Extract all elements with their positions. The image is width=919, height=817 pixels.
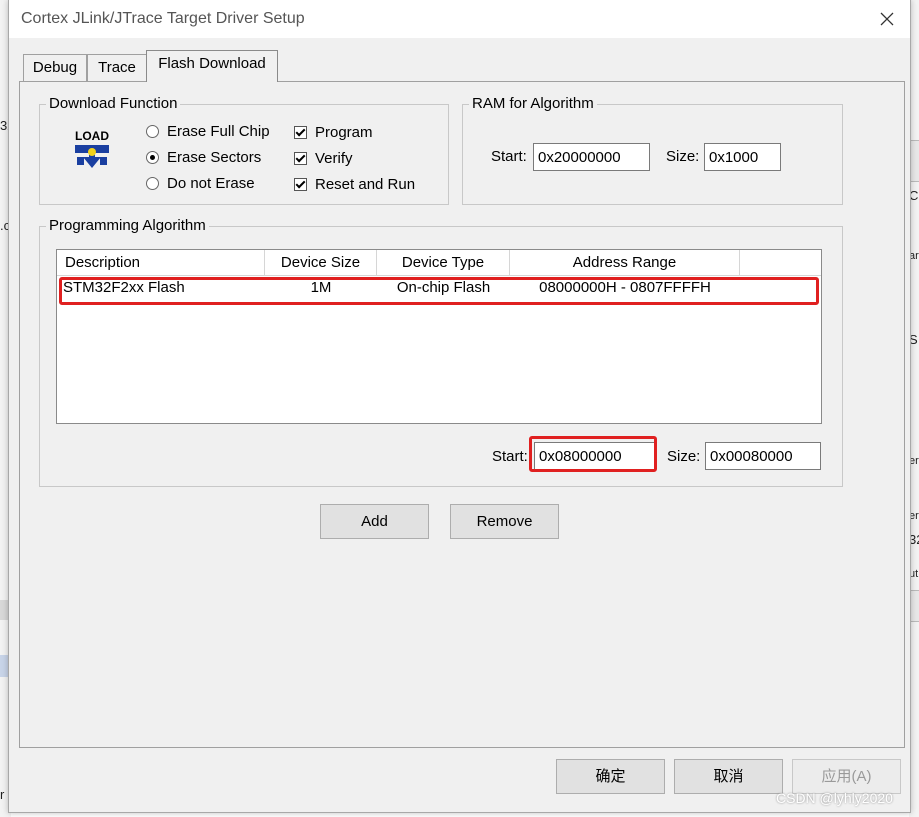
row-device-type: On-chip Flash bbox=[396, 279, 491, 296]
programming-algorithm-group: Programming Algorithm Description Device… bbox=[39, 217, 843, 487]
radio-indicator bbox=[146, 125, 159, 138]
checkbox-indicator bbox=[294, 126, 307, 139]
checkbox-indicator bbox=[294, 152, 307, 165]
flash-size-input[interactable] bbox=[705, 442, 821, 470]
load-icon-text: LOAD bbox=[75, 129, 109, 143]
ok-button[interactable]: 确定 bbox=[556, 759, 665, 794]
flash-start-input[interactable] bbox=[534, 442, 655, 470]
erase-sectors-label: Erase Sectors bbox=[167, 149, 262, 166]
flash-download-panel: Download Function LOAD Erase Full Chip E… bbox=[19, 81, 905, 748]
column-device-type[interactable]: Device Type bbox=[377, 250, 510, 275]
close-button[interactable] bbox=[873, 6, 901, 32]
cancel-button[interactable]: 取消 bbox=[674, 759, 783, 794]
table-row[interactable]: STM32F2xx Flash 1M On-chip Flash 0800000… bbox=[57, 276, 821, 300]
radio-indicator bbox=[146, 151, 159, 164]
do-not-erase-label: Do not Erase bbox=[167, 175, 255, 192]
column-description[interactable]: Description bbox=[57, 250, 265, 275]
close-icon bbox=[880, 12, 894, 26]
tab-trace[interactable]: Trace bbox=[87, 54, 147, 81]
ram-for-algorithm-legend: RAM for Algorithm bbox=[469, 95, 597, 112]
flash-size-label: Size: bbox=[667, 448, 701, 465]
load-icon-graphic: LOAD bbox=[75, 129, 109, 168]
ram-size-label: Size: bbox=[666, 148, 700, 165]
reset-and-run-label: Reset and Run bbox=[315, 176, 416, 193]
flash-start-label: Start: bbox=[492, 448, 528, 465]
ram-size-input[interactable] bbox=[704, 143, 781, 171]
row-description: STM32F2xx Flash bbox=[63, 279, 185, 296]
programming-algorithm-legend: Programming Algorithm bbox=[46, 217, 209, 234]
driver-setup-dialog: Cortex JLink/JTrace Target Driver Setup … bbox=[8, 0, 911, 813]
row-device-size: 1M bbox=[310, 279, 332, 296]
load-icon: LOAD bbox=[72, 127, 112, 171]
ram-start-input[interactable] bbox=[533, 143, 650, 171]
tab-debug[interactable]: Debug bbox=[23, 54, 87, 81]
apply-button[interactable]: 应用(A) bbox=[792, 759, 901, 794]
remove-button[interactable]: Remove bbox=[450, 504, 559, 539]
algorithm-list-header: Description Device Size Device Type Addr… bbox=[57, 250, 821, 276]
program-label: Program bbox=[315, 124, 373, 141]
ram-start-label: Start: bbox=[491, 148, 527, 165]
window-title: Cortex JLink/JTrace Target Driver Setup bbox=[21, 10, 305, 27]
verify-label: Verify bbox=[315, 150, 353, 167]
algorithm-list[interactable]: Description Device Size Device Type Addr… bbox=[56, 249, 822, 424]
row-address-range: 08000000H - 0807FFFFH bbox=[539, 279, 711, 296]
add-button[interactable]: Add bbox=[320, 504, 429, 539]
column-device-size[interactable]: Device Size bbox=[265, 250, 377, 275]
background-text: r bbox=[0, 787, 5, 802]
download-function-legend: Download Function bbox=[46, 95, 181, 112]
download-function-group: Download Function LOAD Erase Full Chip E… bbox=[39, 95, 449, 205]
title-bar[interactable]: Cortex JLink/JTrace Target Driver Setup bbox=[9, 0, 910, 38]
watermark: CSDN @lyhly2020 bbox=[776, 790, 893, 806]
column-address-range[interactable]: Address Range bbox=[510, 250, 740, 275]
ram-for-algorithm-group: RAM for Algorithm Start: Size: bbox=[462, 95, 843, 205]
checkbox-indicator bbox=[294, 178, 307, 191]
erase-full-chip-label: Erase Full Chip bbox=[167, 123, 270, 140]
radio-indicator bbox=[146, 177, 159, 190]
tab-flash-download[interactable]: Flash Download bbox=[146, 50, 278, 82]
